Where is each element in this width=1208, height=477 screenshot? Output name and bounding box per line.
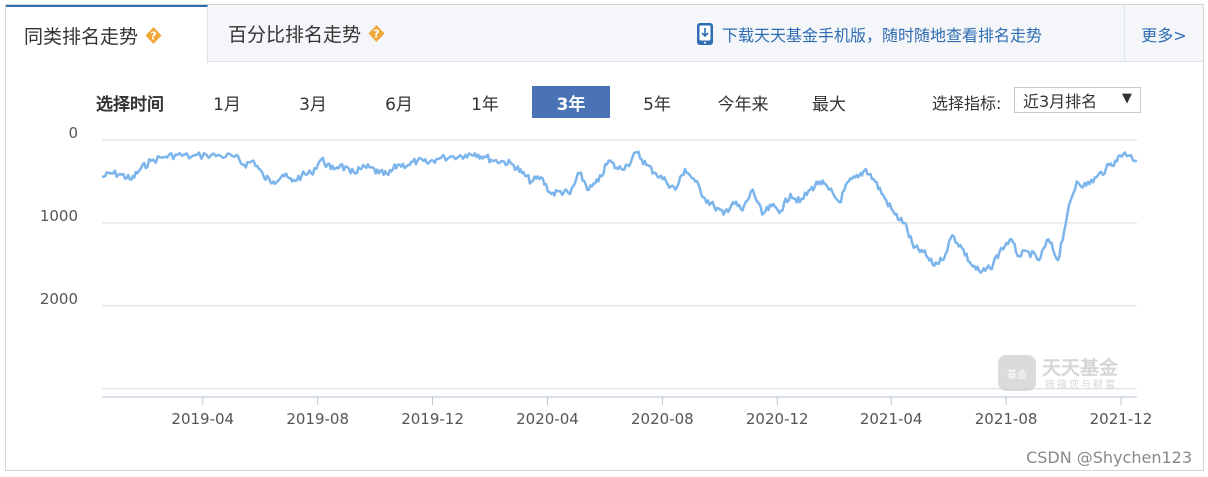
rank-series-line bbox=[101, 150, 1138, 274]
y-tick-label: 2000 bbox=[40, 290, 78, 308]
watermark-logo: 基金 天天基金 链接您与财富 bbox=[998, 355, 1119, 391]
csdn-credit-text: CSDN @Shychen123 bbox=[1026, 448, 1192, 467]
y-tick-label: 0 bbox=[68, 124, 78, 142]
watermark-name: 天天基金 bbox=[1042, 356, 1119, 379]
x-tick-label: 2020-12 bbox=[746, 410, 809, 428]
x-tick-label: 2021-08 bbox=[975, 410, 1038, 428]
x-tick-label: 2019-12 bbox=[401, 410, 464, 428]
x-tick-label: 2019-08 bbox=[286, 410, 349, 428]
y-tick-label: 1000 bbox=[40, 207, 78, 225]
rank-trend-chart: 0 1000 2000 2019-04 2019-08 2019-12 2020-04 202… bbox=[40, 124, 1192, 467]
x-tick-label: 2019-04 bbox=[171, 410, 234, 428]
x-tick-label: 2020-04 bbox=[516, 410, 579, 428]
watermark-slogan: 链接您与财富 bbox=[1045, 378, 1117, 391]
x-tick-label: 2021-12 bbox=[1090, 410, 1153, 428]
x-tick-label: 2021-04 bbox=[860, 410, 923, 428]
watermark-badge-text: 基金 bbox=[1007, 368, 1027, 381]
x-tick-label: 2020-08 bbox=[631, 410, 694, 428]
